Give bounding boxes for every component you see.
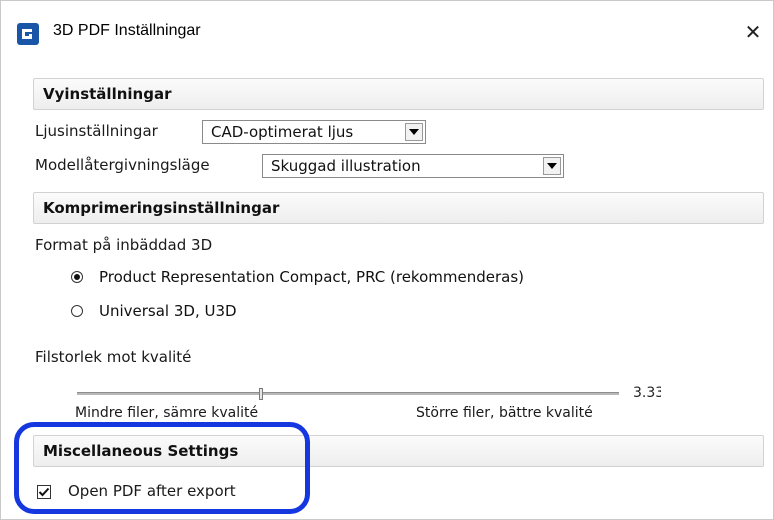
render-mode-dropdown[interactable]: Skuggad illustration [262, 154, 564, 178]
format-option-prc-label: Product Representation Compact, PRC (rek… [99, 268, 524, 286]
format-option-u3d-label: Universal 3D, U3D [99, 302, 237, 320]
format-option-prc[interactable]: Product Representation Compact, PRC (rek… [71, 266, 524, 288]
app-logo-icon [17, 23, 39, 45]
lighting-dropdown-value: CAD-optimerat ljus [211, 123, 354, 141]
radio-button-checked[interactable] [71, 271, 83, 283]
window-title: 3D PDF Inställningar [53, 22, 201, 39]
render-mode-label: Modellåtergivningsläge [35, 156, 210, 174]
view-settings-header: Vyinställningar [33, 78, 764, 110]
compression-settings-header: Komprimeringsinställningar [33, 192, 764, 224]
lighting-dropdown[interactable]: CAD-optimerat ljus [202, 120, 426, 144]
format-label: Format på inbäddad 3D [35, 236, 213, 254]
settings-dialog: 3D PDF Inställningar ✕ Vyinställningar L… [0, 0, 774, 520]
open-pdf-label: Open PDF after export [68, 482, 236, 500]
misc-settings-header: Miscellaneous Settings [33, 435, 764, 467]
quality-max-caption: Större filer, bättre kvalité [416, 405, 593, 421]
quality-min-caption: Mindre filer, sämre kvalité [75, 405, 259, 421]
quality-label: Filstorlek mot kvalité [35, 348, 192, 366]
format-option-u3d[interactable]: Universal 3D, U3D [71, 300, 237, 322]
close-icon: ✕ [744, 20, 762, 44]
chevron-down-icon[interactable] [405, 123, 423, 141]
quality-slider-thumb[interactable] [259, 388, 264, 400]
quality-slider-track[interactable] [77, 392, 619, 395]
open-pdf-checkbox[interactable] [37, 485, 51, 499]
checkmark-icon [38, 487, 50, 497]
close-button[interactable]: ✕ [733, 15, 773, 49]
quality-value: 3.333 [633, 385, 661, 401]
title-bar: 3D PDF Inställningar ✕ [1, 1, 773, 57]
render-mode-dropdown-value: Skuggad illustration [271, 157, 421, 175]
lighting-label: Ljusinställningar [35, 122, 158, 140]
radio-button[interactable] [71, 305, 83, 317]
chevron-down-icon[interactable] [543, 157, 561, 175]
